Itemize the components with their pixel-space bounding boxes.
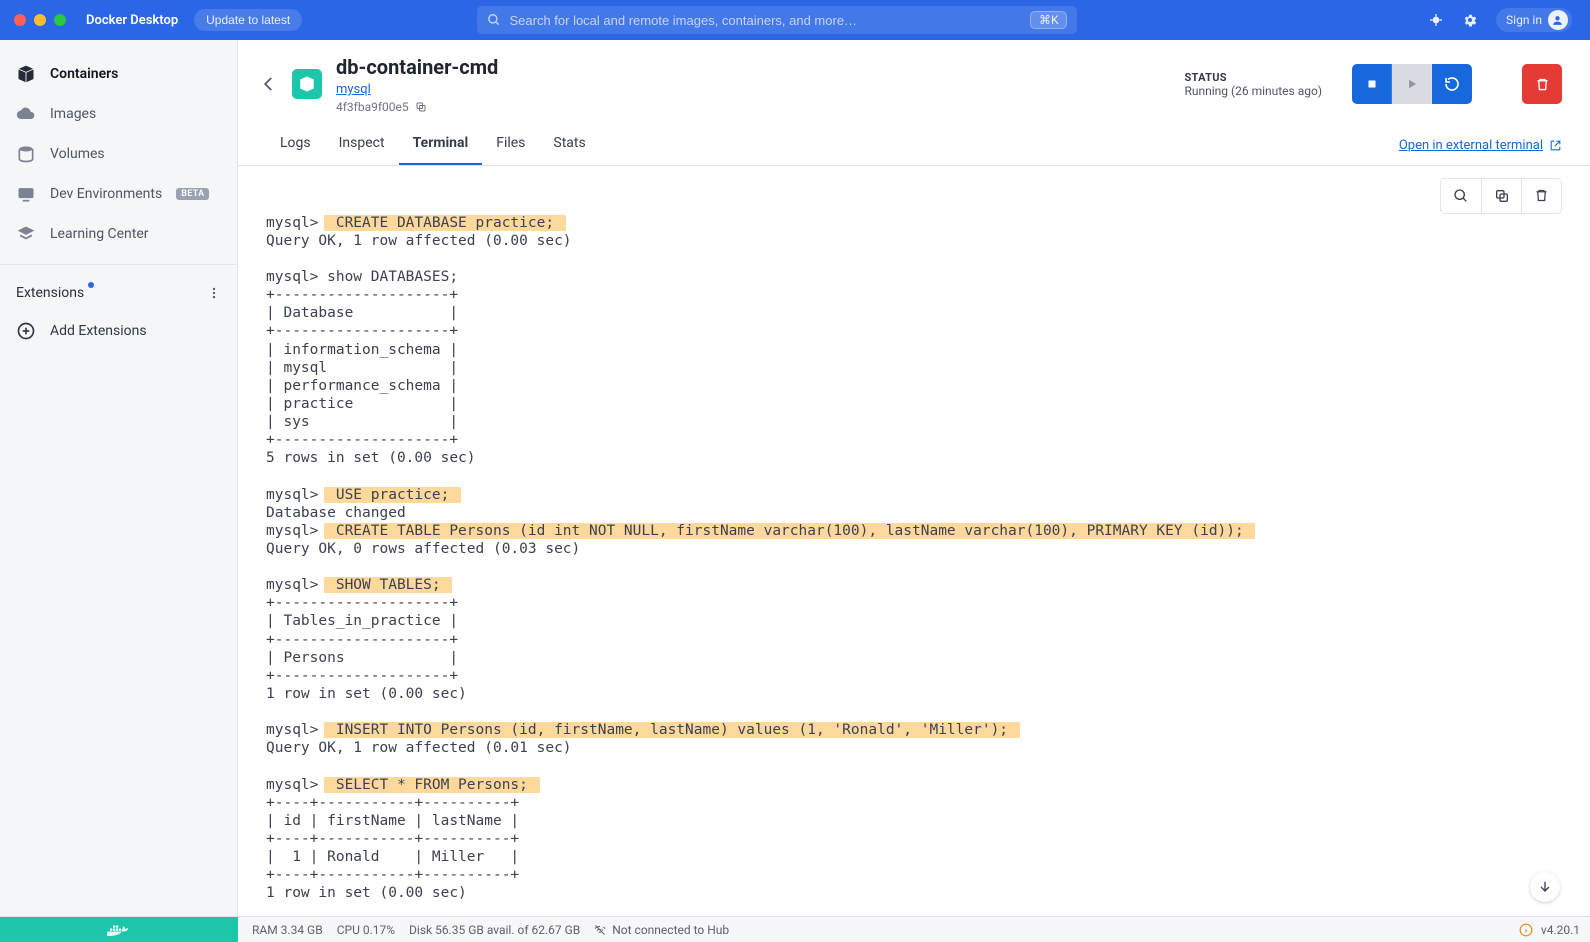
add-extensions-button[interactable]: Add Extensions [0,311,237,351]
bug-icon[interactable] [1428,12,1444,28]
footer-cpu: CPU 0.17% [337,923,395,937]
status-label: STATUS [1184,71,1322,84]
terminal-output[interactable]: mysql> CREATE DATABASE practice; Query O… [238,214,1590,916]
tab-stats[interactable]: Stats [539,125,599,165]
extensions-heading[interactable]: Extensions [16,285,84,301]
tab-logs[interactable]: Logs [266,125,325,165]
status-text: Running (26 minutes ago) [1184,84,1322,98]
sidebar-item-dev-environments[interactable]: Dev Environments BETA [0,174,237,214]
sidebar-item-learning-center[interactable]: Learning Center [0,214,237,254]
sidebar-label: Containers [50,66,118,82]
search-icon [487,13,501,27]
open-external-terminal-link[interactable]: Open in external terminal [1399,138,1562,165]
container-name: db-container-cmd [336,54,498,81]
more-icon[interactable] [207,286,221,300]
sidebar-separator [0,264,237,265]
traffic-close-icon[interactable] [14,14,26,26]
footer-version: v4.20.1 [1541,923,1580,937]
footer-ram: RAM 3.34 GB [252,923,323,937]
terminal-copy-button[interactable] [1481,179,1521,213]
settings-icon[interactable] [1462,12,1478,28]
search-bar[interactable]: ⌘K [477,6,1077,34]
app-title: Docker Desktop [86,13,178,28]
tab-files[interactable]: Files [482,125,539,165]
update-button[interactable]: Update to latest [194,9,302,31]
docker-whale-icon [107,921,131,939]
container-image-link[interactable]: mysql [336,81,498,99]
learning-icon [16,224,36,244]
search-input[interactable] [509,13,1021,28]
stop-button[interactable] [1352,64,1392,104]
sidebar-label: Volumes [50,146,105,162]
terminal-clear-button[interactable] [1521,179,1561,213]
sidebar-item-containers[interactable]: Containers [0,54,237,94]
volumes-icon [16,144,36,164]
footer-whale-accent[interactable] [0,917,238,942]
copy-hash-icon[interactable] [415,101,427,113]
beta-badge: BETA [176,188,209,200]
sidebar-item-images[interactable]: Images [0,94,237,134]
footer-disk: Disk 56.35 GB avail. of 62.67 GB [409,923,580,937]
start-button [1392,64,1432,104]
cloud-icon [16,104,36,124]
back-button[interactable] [260,75,278,93]
offline-icon [594,924,606,936]
sidebar-label: Learning Center [50,226,149,242]
tab-terminal[interactable]: Terminal [399,125,483,165]
signin-button[interactable]: Sign in [1496,8,1572,32]
notification-dot-icon [88,282,94,288]
add-extensions-label: Add Extensions [50,323,147,339]
restart-button[interactable] [1432,64,1472,104]
delete-button[interactable] [1522,64,1562,104]
scroll-to-bottom-button[interactable] [1530,872,1560,902]
account-icon [1548,10,1568,30]
container-instance-icon [292,69,322,99]
sidebar-label: Dev Environments [50,186,162,202]
sidebar-label: Images [50,106,96,122]
traffic-zoom-icon[interactable] [54,14,66,26]
footer-hub-status: Not connected to Hub [612,923,729,937]
container-icon [16,64,36,84]
dev-icon [16,184,36,204]
tab-inspect[interactable]: Inspect [325,125,399,165]
signin-label: Sign in [1506,13,1542,27]
sidebar-item-volumes[interactable]: Volumes [0,134,237,174]
info-icon[interactable] [1519,923,1533,937]
traffic-lights[interactable] [14,14,66,26]
container-hash: 4f3fba9f00e5 [336,99,409,115]
traffic-minimize-icon[interactable] [34,14,46,26]
search-shortcut-kbd: ⌘K [1030,11,1068,29]
plus-circle-icon [16,321,36,341]
tabs-row: Logs Inspect Terminal Files Stats Open i… [238,125,1590,166]
terminal-search-button[interactable] [1441,179,1481,213]
